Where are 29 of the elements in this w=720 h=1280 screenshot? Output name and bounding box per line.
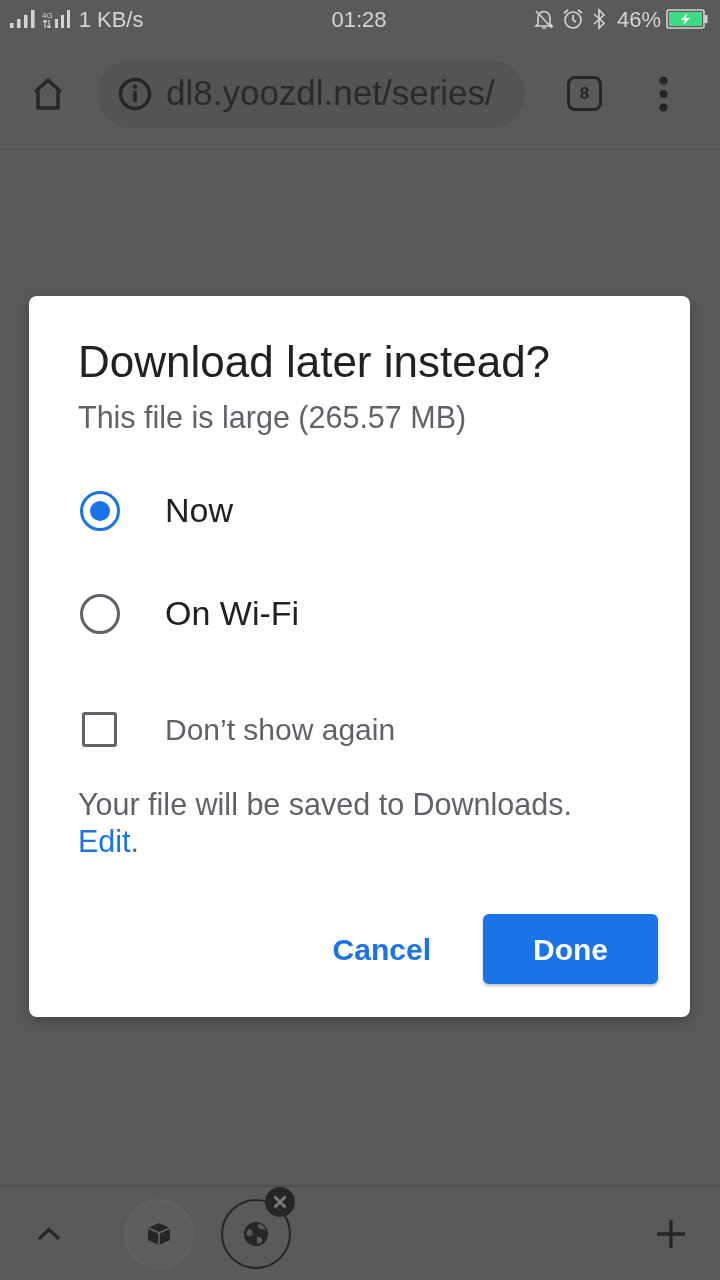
checkbox-label[interactable]: Don’t show again (165, 706, 396, 752)
dialog-title: Download later instead? (78, 336, 552, 388)
cancel-button[interactable]: Cancel (310, 914, 453, 984)
plus-icon[interactable] (657, 1219, 685, 1248)
radio-button[interactable] (80, 490, 120, 531)
caret-up-icon[interactable] (37, 1226, 61, 1241)
muted-bell-icon (532, 8, 555, 30)
battery-percent-text: 46% (616, 5, 661, 34)
signal-icon (10, 10, 36, 28)
alarm-clock-icon (561, 8, 584, 30)
file-size-text: This file is large (265.57 MB) (78, 399, 468, 435)
menu-icon[interactable] (659, 75, 668, 112)
save-location-text: Your file will be saved to Downloads. Edit. (78, 786, 573, 860)
close-icon[interactable] (265, 1186, 295, 1217)
option-label[interactable]: On Wi-Fi (165, 588, 300, 639)
network-speed-text: 1 KB/s (78, 5, 144, 34)
option-label[interactable]: Now (165, 485, 234, 536)
cube-icon (146, 1220, 172, 1247)
clock-text: 01:28 (331, 5, 387, 34)
radio-button[interactable] (80, 593, 120, 634)
signal-icon (54, 10, 71, 28)
bluetooth-icon (591, 8, 606, 30)
network-type-text: 4G (42, 10, 53, 20)
edit-link[interactable]: Edit (78, 824, 131, 858)
data-arrows-icon (43, 19, 52, 28)
checkbox[interactable] (82, 711, 117, 747)
info-icon[interactable] (118, 76, 152, 111)
globe-icon (243, 1220, 269, 1247)
done-button[interactable]: Done (483, 914, 658, 984)
